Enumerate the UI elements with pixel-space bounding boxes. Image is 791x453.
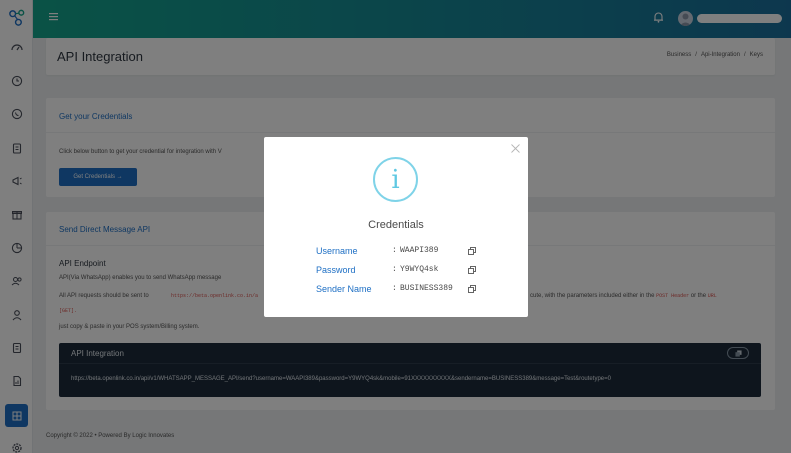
copy-icon[interactable] — [468, 247, 476, 255]
copy-icon[interactable] — [468, 285, 476, 293]
credential-colon: : — [392, 265, 397, 274]
credential-value: Y9WYQ4sk — [400, 265, 439, 274]
credential-label: Username — [316, 246, 358, 256]
copy-icon[interactable] — [468, 266, 476, 274]
modal-title: Credentials — [368, 219, 424, 231]
credential-label: Password — [316, 265, 356, 275]
credential-value: WAAPI389 — [400, 246, 439, 255]
credential-colon: : — [392, 284, 397, 293]
close-icon[interactable] — [511, 144, 520, 153]
credential-colon: : — [392, 246, 397, 255]
info-icon: i — [373, 157, 418, 202]
credential-value: BUSINESS389 — [400, 284, 453, 293]
credential-label: Sender Name — [316, 284, 372, 294]
credentials-modal: i Credentials Username : WAAPI389 Passwo… — [264, 137, 528, 317]
